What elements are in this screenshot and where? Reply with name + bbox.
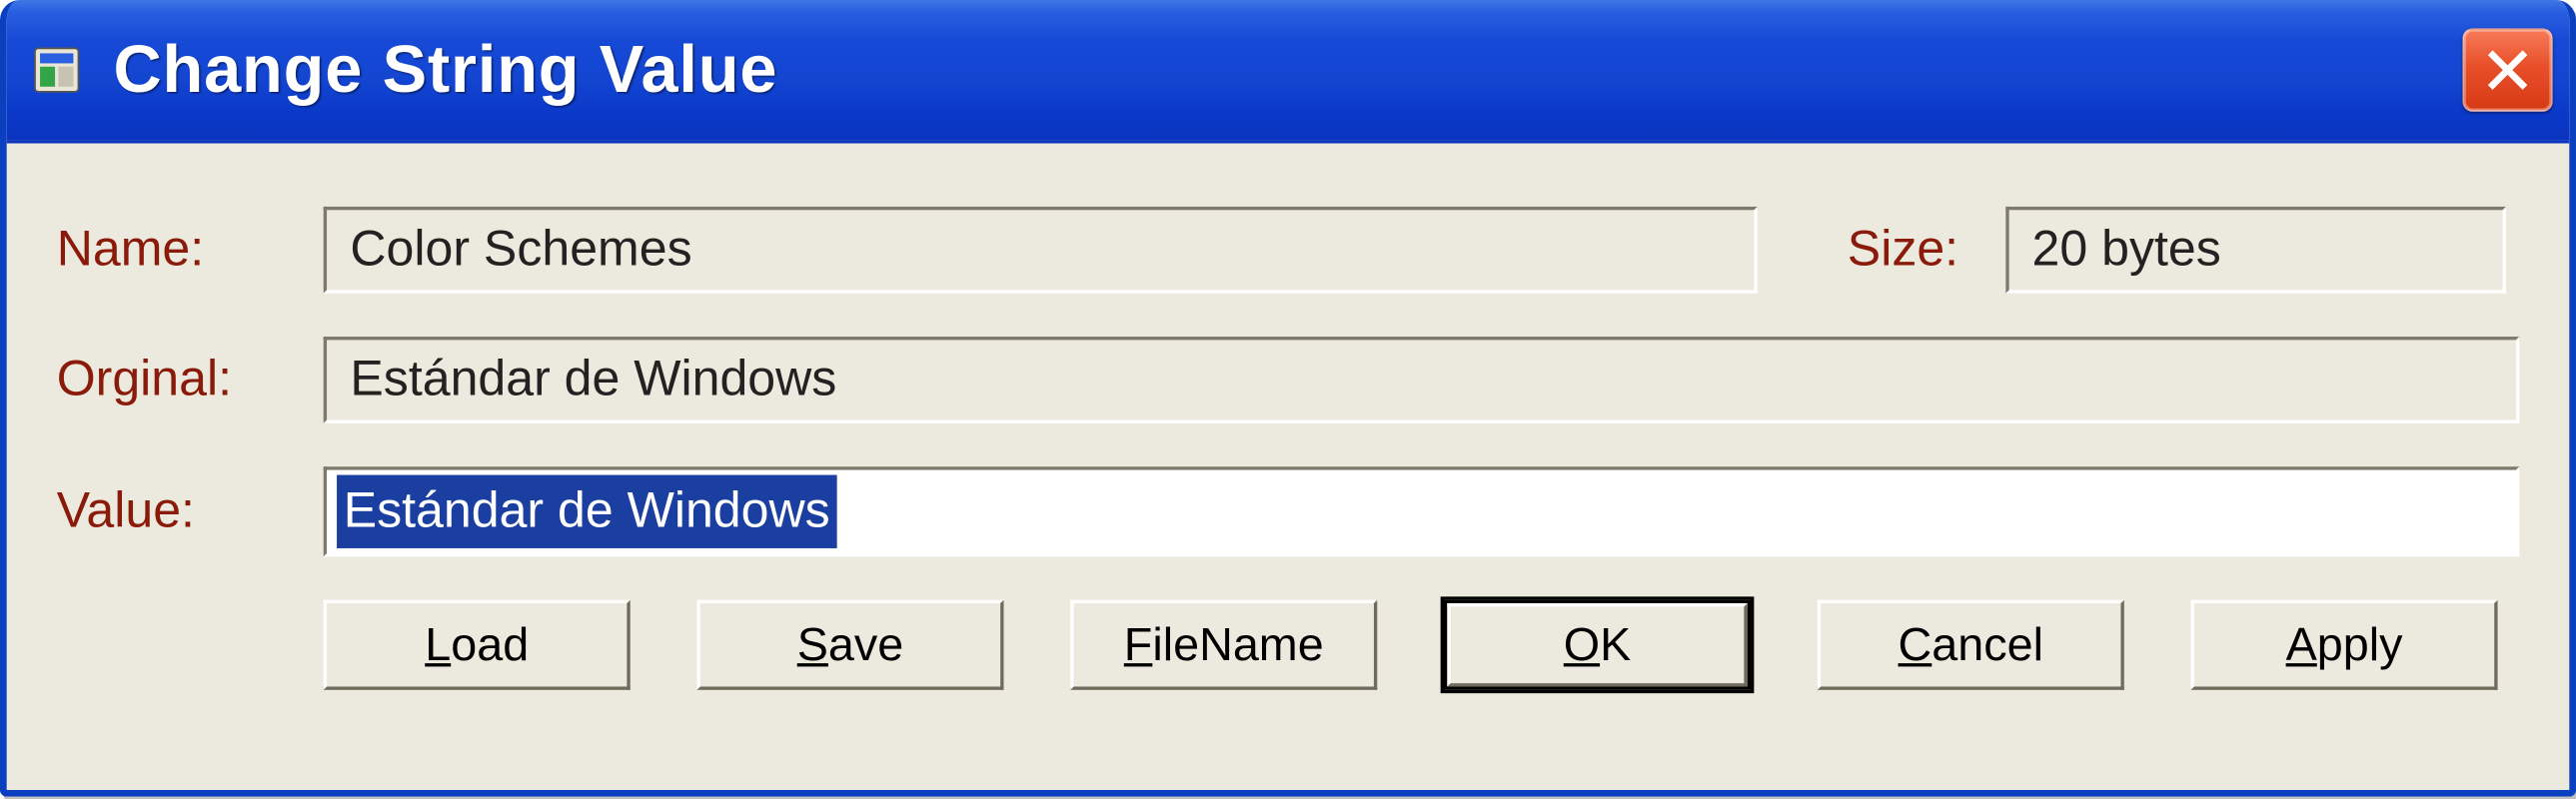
btn-post: pply <box>2317 618 2403 671</box>
load-button[interactable]: Load <box>324 600 631 690</box>
label-size: Size: <box>1848 222 1958 279</box>
btn-post: K <box>1600 618 1631 671</box>
close-button[interactable] <box>2463 28 2553 111</box>
ok-button[interactable]: OK <box>1444 600 1751 690</box>
dialog-body: Name: Color Schemes Size: 20 bytes Orgin… <box>7 143 2570 726</box>
row-original: Orginal: Estándar de Windows <box>57 337 2520 423</box>
cancel-button[interactable]: Cancel <box>1818 600 2124 690</box>
btn-accel: C <box>1899 618 1932 671</box>
btn-accel: O <box>1564 618 1600 671</box>
app-icon <box>30 43 83 96</box>
apply-button[interactable]: Apply <box>2191 600 2498 690</box>
close-icon <box>2484 47 2531 94</box>
name-field: Color Schemes <box>324 207 1758 294</box>
dialog-window: Change String Value Name: Color Schemes … <box>0 0 2576 797</box>
label-original: Orginal: <box>57 352 324 408</box>
label-name: Name: <box>57 222 324 279</box>
button-row: Load Save FileName OK Cancel <box>57 600 2520 690</box>
btn-accel: L <box>425 618 451 671</box>
value-input[interactable]: Estándar de Windows <box>324 466 2520 556</box>
row-value: Value: Estándar de Windows <box>57 466 2520 556</box>
original-field: Estándar de Windows <box>324 337 2520 423</box>
value-input-selection: Estándar de Windows <box>337 475 836 548</box>
btn-accel: A <box>2286 618 2317 671</box>
size-field: 20 bytes <box>2005 207 2506 294</box>
titlebar[interactable]: Change String Value <box>7 0 2570 143</box>
btn-post: ave <box>828 618 903 671</box>
save-button[interactable]: Save <box>696 600 1003 690</box>
window-title: Change String Value <box>113 33 777 108</box>
filename-button[interactable]: FileName <box>1070 600 1377 690</box>
btn-post: ileName <box>1152 618 1323 671</box>
row-name: Name: Color Schemes Size: 20 bytes <box>57 207 2520 294</box>
btn-accel: F <box>1124 618 1153 671</box>
btn-post: oad <box>451 618 529 671</box>
btn-post: ancel <box>1932 618 2043 671</box>
label-value: Value: <box>57 483 324 540</box>
btn-accel: S <box>797 618 828 671</box>
